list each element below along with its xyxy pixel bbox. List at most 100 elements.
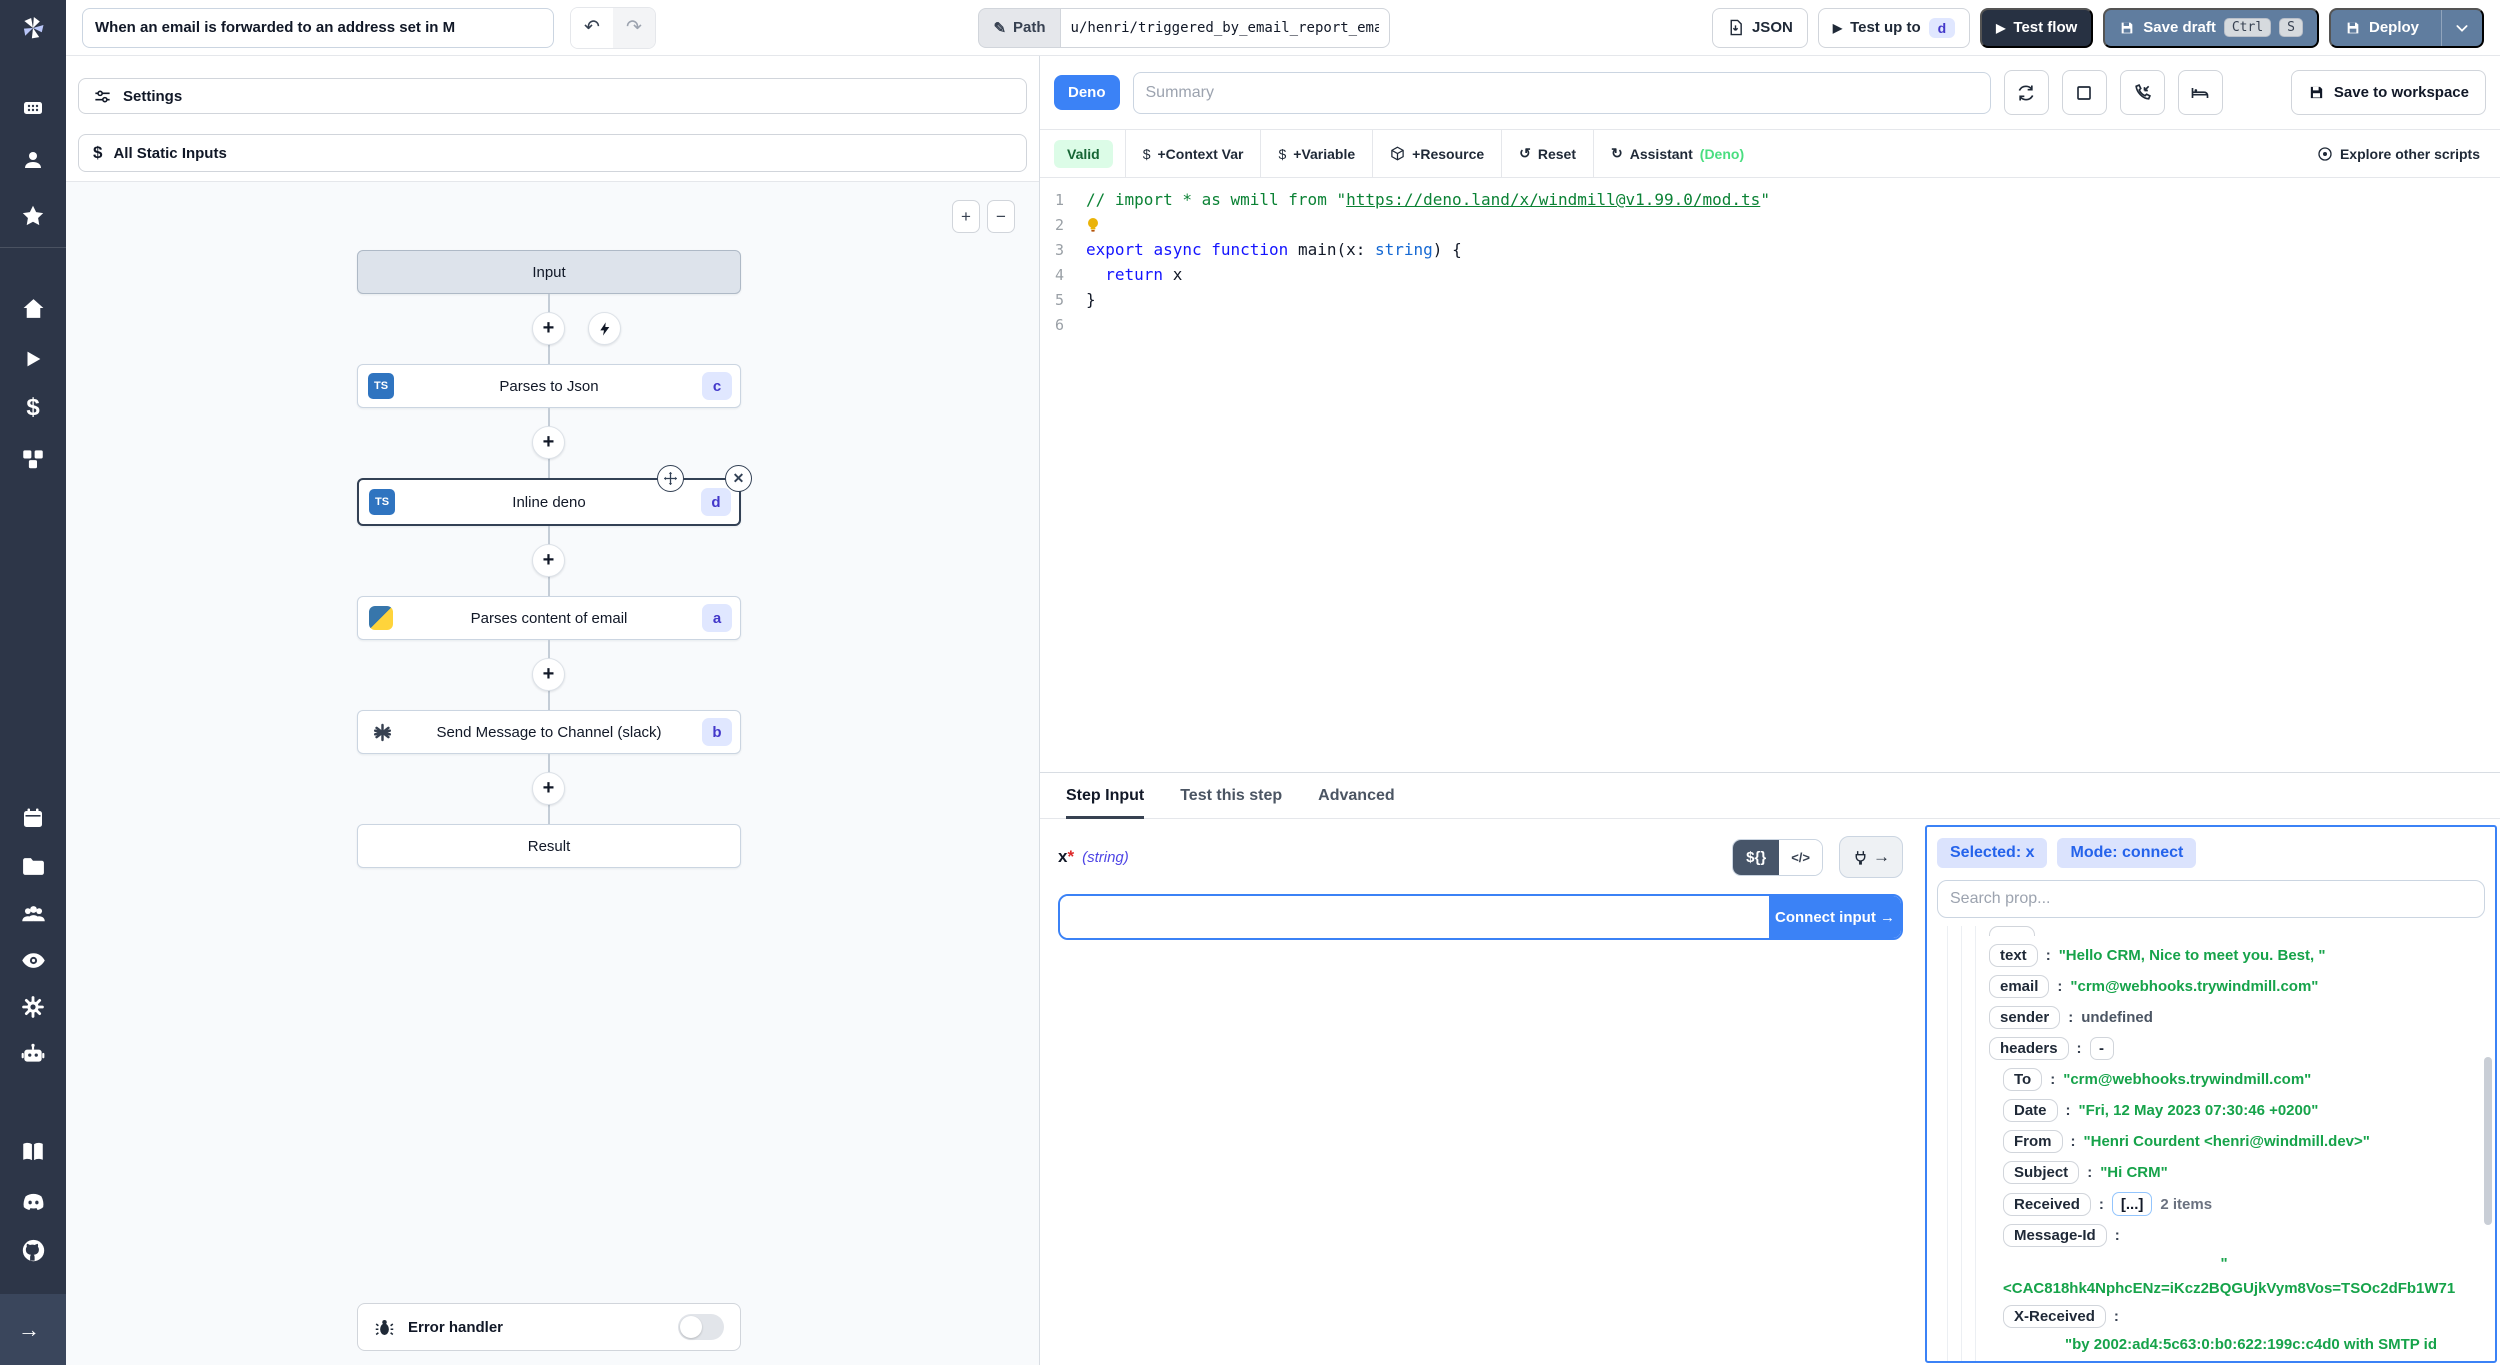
- sleep-button[interactable]: [2177, 70, 2223, 115]
- prop-row-from[interactable]: From : "Henri Courdent <henri@windmill.d…: [2003, 1130, 2485, 1153]
- prop-key[interactable]: headers: [1989, 1037, 2069, 1060]
- prop-row-text[interactable]: text : "Hello CRM, Nice to meet you. Bes…: [1989, 944, 2485, 967]
- prop-row-email[interactable]: email : "crm@webhooks.trywindmill.com": [1989, 975, 2485, 998]
- prop-row-sender[interactable]: sender : undefined: [1989, 1006, 2485, 1029]
- prop-row-to[interactable]: To : "crm@webhooks.trywindmill.com": [2003, 1068, 2485, 1091]
- windmill-logo[interactable]: [0, 6, 66, 50]
- prop-row-subject[interactable]: Subject : "Hi CRM": [2003, 1161, 2485, 1184]
- line-number: 5: [1054, 290, 1064, 309]
- prop-row-received[interactable]: Received : [...] 2 items: [2003, 1192, 2485, 1216]
- sync-icon: [2018, 84, 2034, 101]
- tab-advanced[interactable]: Advanced: [1318, 773, 1394, 818]
- test-flow-button[interactable]: ▶ Test flow: [1980, 7, 2094, 48]
- scrollbar-thumb[interactable]: [2484, 1057, 2492, 1225]
- connect-plug-button[interactable]: →: [1839, 836, 1903, 878]
- flow-node-inline-deno[interactable]: TS Inline deno d ✕: [357, 465, 752, 526]
- template-mode-button[interactable]: ${}: [1733, 839, 1780, 875]
- sidebar-item-variables[interactable]: $: [0, 388, 66, 428]
- flow-node-parses-content-of-email[interactable]: Parses content of email a: [357, 596, 741, 640]
- all-static-inputs-button[interactable]: $ All Static Inputs: [78, 134, 1027, 172]
- sidebar-item-schedules[interactable]: [0, 798, 66, 838]
- sidebar-item-favorites[interactable]: [0, 196, 66, 236]
- flow-node-send-message-to-channel[interactable]: Send Message to Channel (slack) b: [357, 710, 741, 754]
- collapse-button[interactable]: -: [2089, 1037, 2114, 1060]
- delete-step-button[interactable]: ✕: [725, 465, 752, 492]
- dollar-icon: $: [93, 143, 103, 162]
- add-context-var-button[interactable]: $ +Context Var: [1124, 130, 1261, 177]
- prop-key[interactable]: Received: [2003, 1192, 2091, 1216]
- add-step-button[interactable]: +: [532, 772, 565, 805]
- sidebar-item-github[interactable]: [0, 1230, 66, 1270]
- prop-key[interactable]: text: [1989, 944, 2038, 967]
- error-handler-toggle[interactable]: [678, 1314, 724, 1340]
- code-mode-button[interactable]: </>: [1779, 839, 1822, 875]
- redo-button[interactable]: ↷: [613, 7, 655, 48]
- prop-key[interactable]: X-Received: [2003, 1305, 2106, 1328]
- prop-key[interactable]: To: [2003, 1068, 2043, 1091]
- move-step-handle[interactable]: [657, 465, 684, 492]
- sidebar-item-discord[interactable]: [0, 1182, 66, 1222]
- connect-input-button[interactable]: Connect input →: [1769, 896, 1901, 938]
- sidebar-item-audit-logs[interactable]: [0, 940, 66, 980]
- sidebar-item-groups[interactable]: [0, 894, 66, 934]
- prop-key[interactable]: From: [2003, 1130, 2063, 1153]
- sidebar-item-docs[interactable]: [0, 1132, 66, 1172]
- add-variable-button[interactable]: $ +Variable: [1260, 130, 1372, 177]
- path-input[interactable]: [1059, 7, 1390, 48]
- tab-step-input[interactable]: Step Input: [1066, 773, 1145, 819]
- prop-key[interactable]: Message-Id: [2003, 1224, 2107, 1247]
- lightbulb-icon[interactable]: [1086, 217, 1100, 233]
- flow-node-input[interactable]: Input: [357, 250, 741, 294]
- prop-row-message-id[interactable]: Message-Id : " <CAC818hk4NphcENz=iKcz2BQ…: [2003, 1224, 2485, 1297]
- prop-key[interactable]: Date: [2003, 1099, 2058, 1122]
- prop-row-x-received[interactable]: X-Received : "by 2002:ad4:5c63:0:b0:622:…: [2003, 1305, 2485, 1361]
- sidebar-item-folders[interactable]: [0, 846, 66, 886]
- summary-input[interactable]: [1132, 71, 1991, 114]
- json-button[interactable]: JSON: [1711, 7, 1808, 48]
- flow-node-result[interactable]: Result: [357, 824, 741, 868]
- sidebar-item-settings[interactable]: [0, 987, 66, 1027]
- save-to-workspace-button[interactable]: Save to workspace: [2290, 70, 2486, 115]
- assistant-button[interactable]: ↻ Assistant (Deno): [1593, 130, 1761, 177]
- sidebar-item-boards[interactable]: [0, 88, 66, 128]
- sidebar-item-home[interactable]: [0, 288, 66, 328]
- add-step-button[interactable]: +: [532, 658, 565, 691]
- prop-key[interactable]: sender: [1989, 1006, 2061, 1029]
- zoom-in-button[interactable]: +: [952, 200, 980, 233]
- prop-key[interactable]: email: [1989, 975, 2050, 998]
- prop-row-headers[interactable]: headers : -: [1989, 1037, 2485, 1060]
- save-draft-button[interactable]: Save draft Ctrl S: [2103, 7, 2319, 48]
- reset-button[interactable]: ↺ Reset: [1501, 130, 1593, 177]
- search-prop-input[interactable]: [1937, 880, 2485, 918]
- sidebar-item-resources[interactable]: [0, 439, 66, 479]
- add-resource-button[interactable]: +Resource: [1372, 130, 1501, 177]
- code-editor[interactable]: 1 // import * as wmill from " https://den…: [1040, 178, 2500, 772]
- sidebar-item-workers[interactable]: [0, 1034, 66, 1074]
- webhook-call-button[interactable]: [2119, 70, 2165, 115]
- flow-title-input[interactable]: [82, 7, 554, 48]
- prop-key[interactable]: Subject: [2003, 1161, 2080, 1184]
- explore-other-scripts-button[interactable]: Explore other scripts: [2300, 130, 2500, 177]
- groups-icon: [21, 905, 45, 921]
- sidebar-item-runs[interactable]: [0, 339, 66, 379]
- undo-button[interactable]: ↶: [571, 7, 613, 48]
- deploy-dropdown[interactable]: [2441, 9, 2482, 46]
- tab-test-this-step[interactable]: Test this step: [1180, 773, 1282, 818]
- error-handler-row[interactable]: Error handler: [357, 1303, 741, 1351]
- zoom-out-button[interactable]: −: [987, 200, 1015, 233]
- prop-row-date[interactable]: Date : "Fri, 12 May 2023 07:30:46 +0200": [2003, 1099, 2485, 1122]
- deploy-button[interactable]: Deploy: [2328, 7, 2484, 48]
- fullscreen-button[interactable]: [2061, 70, 2107, 115]
- add-step-button[interactable]: +: [532, 426, 565, 459]
- add-step-button[interactable]: +: [532, 544, 565, 577]
- sidebar-item-user[interactable]: [0, 140, 66, 180]
- trigger-button[interactable]: [588, 312, 621, 345]
- expand-sidebar-arrow[interactable]: →: [18, 1317, 40, 1343]
- flow-settings-button[interactable]: Settings: [78, 78, 1027, 114]
- sync-button[interactable]: [2003, 70, 2049, 115]
- test-up-to-button[interactable]: ▶ Test up to d: [1817, 7, 1971, 48]
- array-expand-button[interactable]: [...]: [2111, 1192, 2153, 1216]
- flow-node-parses-to-json[interactable]: TS Parses to Json c: [357, 364, 741, 408]
- add-step-button[interactable]: +: [532, 312, 565, 345]
- language-badge[interactable]: Deno: [1054, 75, 1120, 110]
